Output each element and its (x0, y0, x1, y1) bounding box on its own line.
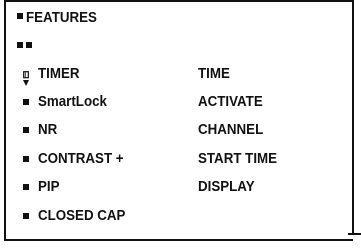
nav-marker-icon (17, 42, 23, 48)
square-bullet-icon (23, 156, 29, 162)
arrow-down-cursor-icon (23, 71, 29, 86)
panel-right-border (352, 0, 354, 234)
menu-option-start-time[interactable]: START TIME (198, 151, 277, 167)
menu-item-pip[interactable]: PIP (38, 179, 60, 195)
square-bullet-icon (23, 99, 29, 105)
panel-corner-tick (348, 233, 361, 235)
menu-item-smartlock[interactable]: SmartLock (38, 94, 107, 110)
menu-option-time[interactable]: TIME (198, 66, 230, 82)
menu-option-activate[interactable]: ACTIVATE (198, 94, 263, 110)
menu-item-timer[interactable]: TIMER (38, 66, 80, 82)
menu-option-channel[interactable]: CHANNEL (198, 122, 263, 138)
square-bullet-icon (23, 213, 29, 219)
menu-panel (4, 0, 353, 241)
menu-item-contrast[interactable]: CONTRAST + (38, 151, 124, 167)
title-bullet-icon (17, 13, 23, 19)
square-bullet-icon (23, 127, 29, 133)
menu-option-display[interactable]: DISPLAY (198, 179, 255, 195)
menu-item-nr[interactable]: NR (38, 122, 57, 138)
menu-title: FEATURES (26, 10, 97, 26)
nav-marker-icon (26, 42, 32, 48)
square-bullet-icon (23, 184, 29, 190)
menu-item-closed-cap[interactable]: CLOSED CAP (38, 208, 125, 224)
